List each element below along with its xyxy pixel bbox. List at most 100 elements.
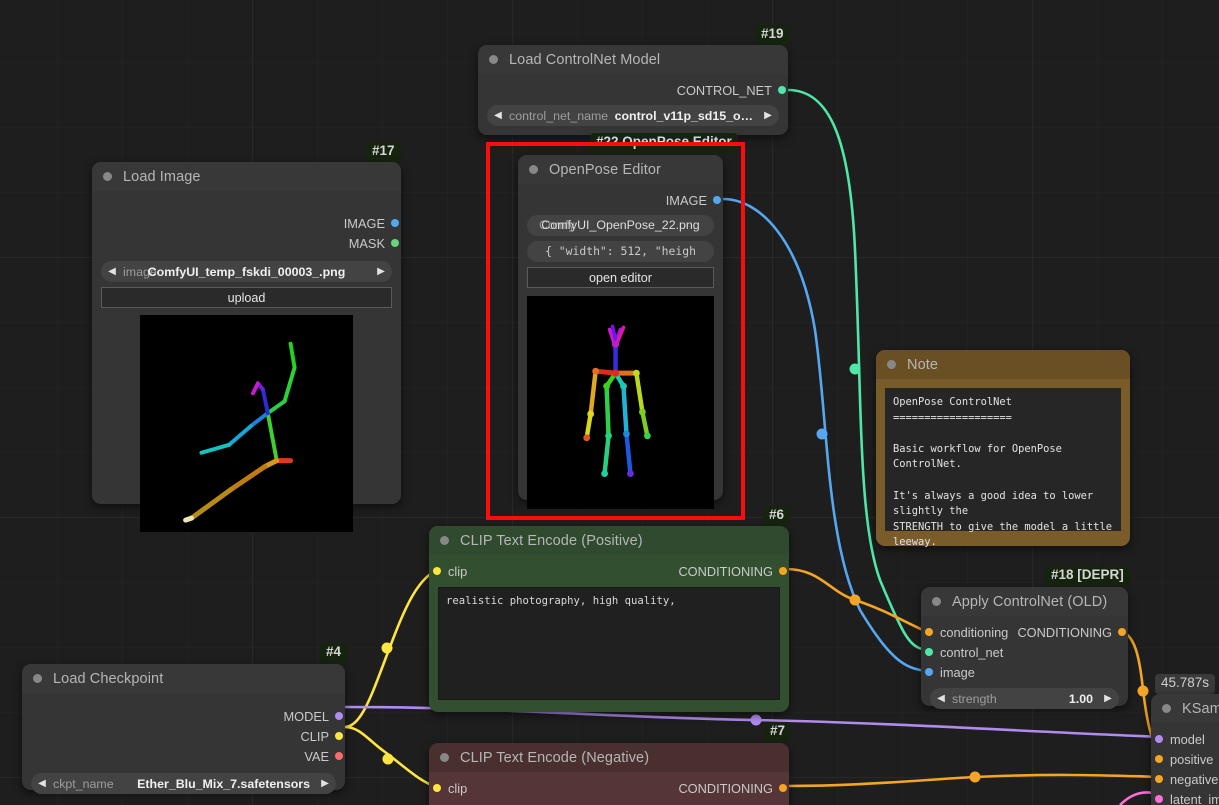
output-dot-image[interactable] xyxy=(391,219,399,227)
chevron-right-icon[interactable]: ▶ xyxy=(1097,693,1119,704)
output-slot-clip[interactable]: CLIP xyxy=(22,726,345,746)
output-slot-image[interactable]: IMAGE xyxy=(92,213,401,233)
node-body-clip-negative: clip CONDITIONING xyxy=(429,772,789,805)
node-ksampler[interactable]: KSam model positive negative latent_im xyxy=(1151,694,1219,805)
node-title-label: Apply ControlNet (OLD) xyxy=(952,593,1108,610)
node-title-note[interactable]: Note xyxy=(876,350,1130,379)
input-dot-clip[interactable] xyxy=(433,567,441,575)
output-dot-conditioning[interactable] xyxy=(779,784,787,792)
collapse-dot-icon[interactable] xyxy=(489,55,498,64)
widget-openpose-json[interactable]: { "width": 512, "heigh xyxy=(527,241,714,262)
output-dot-control-net[interactable] xyxy=(778,86,786,94)
output-dot-conditioning[interactable] xyxy=(779,567,787,575)
upload-button[interactable]: upload xyxy=(101,287,392,308)
widget-strength[interactable]: ◀ strength 1.00 ▶ xyxy=(930,688,1119,709)
chevron-left-icon[interactable]: ◀ xyxy=(101,266,123,277)
node-title-clip-positive[interactable]: CLIP Text Encode (Positive) xyxy=(429,526,789,555)
node-title-apply-controlnet[interactable]: Apply ControlNet (OLD) xyxy=(921,587,1128,616)
collapse-dot-icon[interactable] xyxy=(33,674,42,683)
chevron-right-icon[interactable]: ▶ xyxy=(370,266,392,277)
widget-value-ckpt-name: Ether_Blu_Mix_7.safetensors xyxy=(137,776,310,791)
node-title-ksampler[interactable]: KSam xyxy=(1151,694,1219,723)
node-openpose-editor[interactable]: OpenPose Editor IMAGE Comfy ComfyUI_Open… xyxy=(518,155,723,509)
output-slot-mask[interactable]: MASK xyxy=(92,233,401,253)
widget-value-filename: ComfyUI_OpenPose_22.png xyxy=(541,218,700,232)
input-dot-conditioning[interactable] xyxy=(925,628,933,636)
chevron-left-icon[interactable]: ◀ xyxy=(31,778,53,789)
node-clip-text-encode-negative[interactable]: CLIP Text Encode (Negative) clip CONDITI… xyxy=(429,743,789,805)
widget-label-control-net-name: control_net_name xyxy=(509,108,609,123)
input-dot-negative[interactable] xyxy=(1155,775,1163,783)
node-load-image[interactable]: Load Image IMAGE MASK ◀ image ComfyUI_te… xyxy=(92,162,401,532)
output-dot-conditioning[interactable] xyxy=(1118,628,1126,636)
node-title-load-image[interactable]: Load Image xyxy=(92,162,401,191)
note-textarea[interactable]: OpenPose ControlNet =================== … xyxy=(885,388,1121,548)
collapse-dot-icon[interactable] xyxy=(932,597,941,606)
collapse-dot-icon[interactable] xyxy=(440,753,449,762)
node-title-openpose-editor[interactable]: OpenPose Editor xyxy=(518,155,723,184)
collapse-dot-icon[interactable] xyxy=(103,172,112,181)
node-load-controlnet-model[interactable]: Load ControlNet Model CONTROL_NET ◀ cont… xyxy=(478,45,788,135)
node-apply-controlnet-old[interactable]: Apply ControlNet (OLD) conditioning COND… xyxy=(921,587,1128,709)
collapse-dot-icon[interactable] xyxy=(887,360,896,369)
widget-value-strength: 1.00 xyxy=(1068,691,1093,706)
node-load-checkpoint[interactable]: Load Checkpoint MODEL CLIP VAE ◀ ckpt_na… xyxy=(22,664,345,794)
output-slot-model[interactable]: MODEL xyxy=(22,706,345,726)
node-title-load-checkpoint[interactable]: Load Checkpoint xyxy=(22,664,345,693)
input-slot-latent-image[interactable]: latent_im xyxy=(1151,789,1219,805)
chevron-left-icon[interactable]: ◀ xyxy=(487,110,509,121)
chevron-right-icon[interactable]: ▶ xyxy=(757,110,779,121)
node-title-label: KSam xyxy=(1182,700,1219,717)
node-title-clip-negative[interactable]: CLIP Text Encode (Negative) xyxy=(429,743,789,772)
widget-ckpt-name[interactable]: ◀ ckpt_name Ether_Blu_Mix_7.safetensors … xyxy=(31,773,336,794)
input-slot-model[interactable]: model xyxy=(1151,729,1219,749)
widget-image-name[interactable]: ◀ image ComfyUI_temp_fskdi_00003_.png ▶ xyxy=(101,261,392,282)
node-body-load-controlnet: CONTROL_NET ◀ control_net_name control_v… xyxy=(478,74,788,135)
collapse-dot-icon[interactable] xyxy=(1162,704,1171,713)
output-slot-vae[interactable]: VAE xyxy=(22,746,345,766)
input-dot-control-net[interactable] xyxy=(925,648,933,656)
slot-row-conditioning: conditioning CONDITIONING xyxy=(921,622,1128,642)
output-slot-image[interactable]: IMAGE xyxy=(518,190,723,210)
output-label-conditioning: CONDITIONING xyxy=(678,780,773,796)
node-note[interactable]: Note OpenPose ControlNet ===============… xyxy=(876,350,1130,548)
output-label-conditioning: CONDITIONING xyxy=(678,563,773,579)
output-dot-mask[interactable] xyxy=(391,239,399,247)
input-dot-image[interactable] xyxy=(925,668,933,676)
input-slot-image[interactable]: image xyxy=(921,662,1128,682)
output-dot-clip[interactable] xyxy=(335,732,343,740)
chevron-right-icon[interactable]: ▶ xyxy=(314,778,336,789)
widget-control-net-name[interactable]: ◀ control_net_name control_v11p_sd15_o… … xyxy=(487,105,779,126)
comfyui-canvas[interactable]: #19 Load ControlNet Model CONTROL_NET ◀ … xyxy=(0,0,1219,805)
input-slot-negative[interactable]: negative xyxy=(1151,769,1219,789)
output-slot-control-net[interactable]: CONTROL_NET xyxy=(478,80,788,100)
input-slot-positive[interactable]: positive xyxy=(1151,749,1219,769)
output-dot-vae[interactable] xyxy=(335,752,343,760)
input-slot-control-net[interactable]: control_net xyxy=(921,642,1128,662)
collapse-dot-icon[interactable] xyxy=(529,165,538,174)
input-dot-latent-image[interactable] xyxy=(1155,795,1163,803)
input-dot-positive[interactable] xyxy=(1155,755,1163,763)
collapse-dot-icon[interactable] xyxy=(440,536,449,545)
widget-openpose-filename[interactable]: Comfy ComfyUI_OpenPose_22.png xyxy=(527,215,714,236)
output-dot-model[interactable] xyxy=(335,712,343,720)
image-preview-pose-seated xyxy=(140,315,353,532)
output-dot-image[interactable] xyxy=(713,196,721,204)
input-dot-clip[interactable] xyxy=(433,784,441,792)
node-badge-clip-negative: #7 xyxy=(764,722,792,742)
open-editor-button[interactable]: open editor xyxy=(527,267,714,288)
node-clip-text-encode-positive[interactable]: CLIP Text Encode (Positive) clip CONDITI… xyxy=(429,526,789,712)
prompt-textarea-positive[interactable]: realistic photography, high quality, xyxy=(438,587,780,700)
chevron-left-icon[interactable]: ◀ xyxy=(930,693,952,704)
output-label-image: IMAGE xyxy=(343,215,385,231)
node-body-ksampler: model positive negative latent_im xyxy=(1151,723,1219,805)
node-title-load-controlnet[interactable]: Load ControlNet Model xyxy=(478,45,788,74)
widget-label-strength: strength xyxy=(952,691,997,706)
input-label-model: model xyxy=(1170,731,1205,747)
output-label-mask: MASK xyxy=(348,235,385,251)
node-title-label: Note xyxy=(907,356,939,373)
node-body-openpose-editor: IMAGE Comfy ComfyUI_OpenPose_22.png { "w… xyxy=(518,184,723,518)
node-badge-load-checkpoint: #4 xyxy=(320,643,348,663)
input-dot-model[interactable] xyxy=(1155,735,1163,743)
output-label-model: MODEL xyxy=(283,708,329,724)
